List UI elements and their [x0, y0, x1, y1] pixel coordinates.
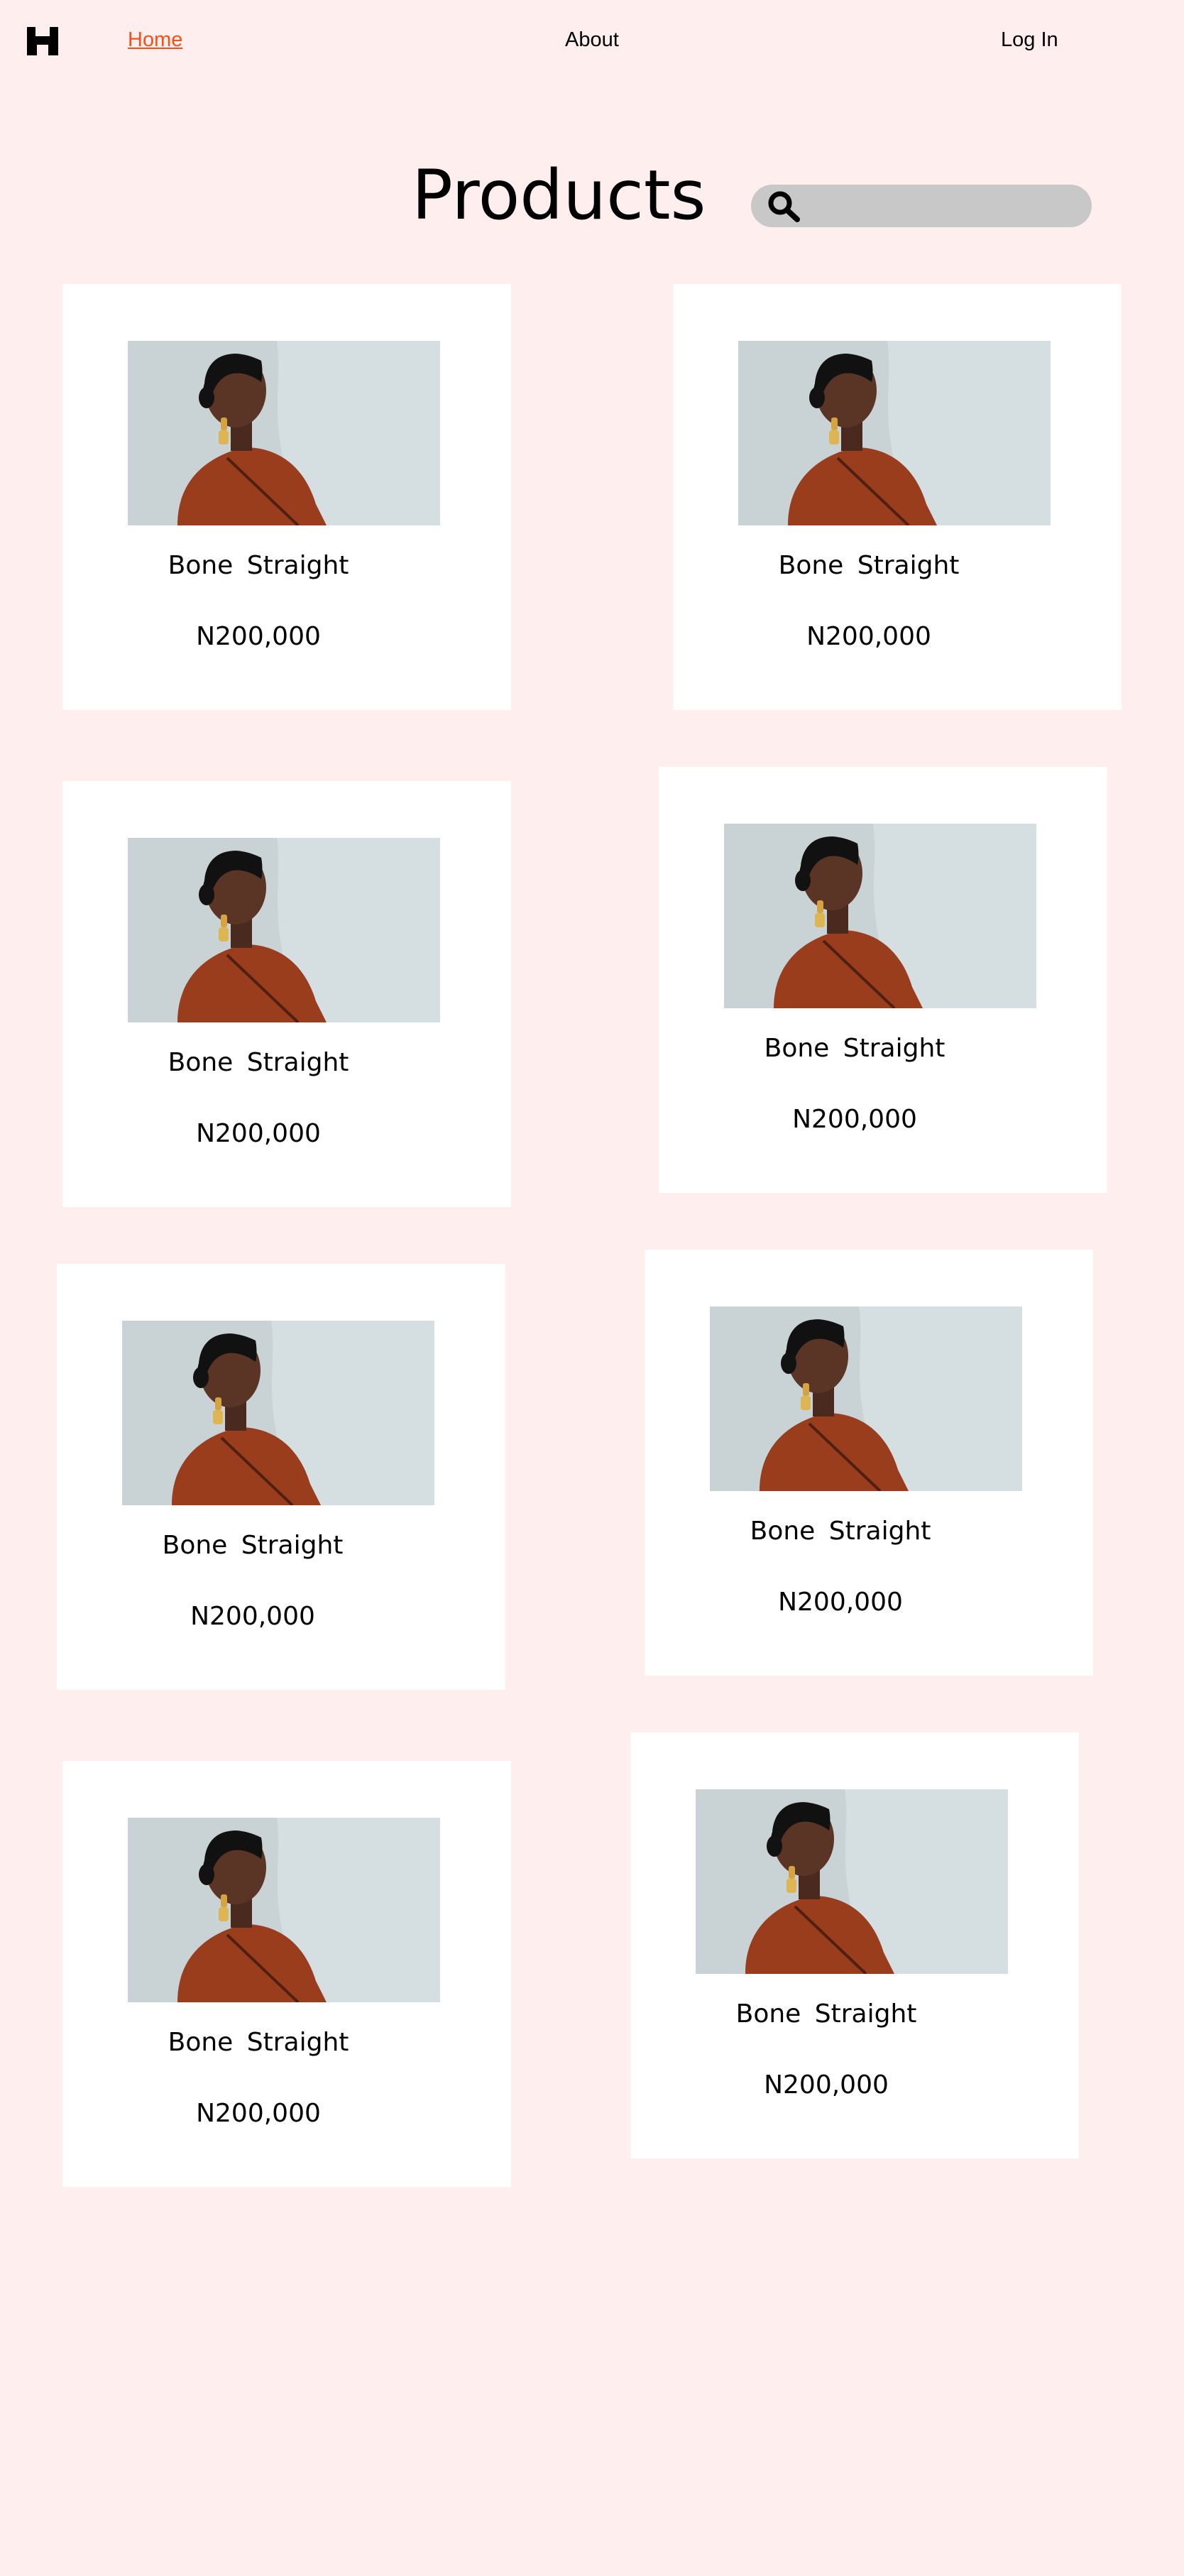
- product-image[interactable]: [696, 1789, 1008, 1974]
- nav-login-link[interactable]: Log In: [1001, 26, 1058, 53]
- product-card[interactable]: Bone Straight N200,000: [673, 284, 1122, 710]
- nav-home-link[interactable]: Home: [128, 26, 182, 53]
- product-name: Bone Straight: [750, 1517, 931, 1546]
- product-price: N200,000: [196, 2099, 321, 2128]
- product-name: Bone Straight: [168, 1048, 349, 1077]
- product-price: N200,000: [196, 622, 321, 651]
- product-price: N200,000: [764, 2070, 889, 2100]
- product-image[interactable]: [710, 1306, 1022, 1491]
- product-price: N200,000: [806, 622, 931, 651]
- h-logo-icon[interactable]: [27, 27, 58, 55]
- product-name: Bone Straight: [778, 551, 960, 580]
- product-name: Bone Straight: [168, 2028, 349, 2057]
- product-card[interactable]: Bone Straight N200,000: [630, 1732, 1079, 2159]
- product-name: Bone Straight: [764, 1034, 945, 1063]
- product-name: Bone Straight: [168, 551, 349, 580]
- product-price: N200,000: [792, 1105, 917, 1134]
- nav-about-link[interactable]: About: [565, 26, 619, 53]
- product-card[interactable]: Bone Straight N200,000: [57, 1264, 505, 1690]
- product-card[interactable]: Bone Straight N200,000: [645, 1250, 1093, 1676]
- product-price: N200,000: [196, 1119, 321, 1148]
- product-price: N200,000: [190, 1602, 315, 1631]
- product-name: Bone Straight: [162, 1531, 344, 1560]
- product-image[interactable]: [738, 341, 1051, 525]
- product-price: N200,000: [778, 1588, 903, 1617]
- product-card[interactable]: Bone Straight N200,000: [62, 1761, 511, 2187]
- search-bar[interactable]: [751, 185, 1092, 227]
- search-input[interactable]: [811, 190, 1076, 223]
- product-image[interactable]: [724, 824, 1036, 1008]
- product-card[interactable]: Bone Straight N200,000: [62, 781, 511, 1207]
- product-card[interactable]: Bone Straight N200,000: [659, 767, 1107, 1193]
- page-title: Products: [412, 155, 706, 235]
- product-image[interactable]: [128, 838, 440, 1022]
- search-icon[interactable]: [765, 189, 804, 223]
- product-name: Bone Straight: [735, 1999, 917, 2029]
- product-image[interactable]: [122, 1321, 434, 1505]
- product-image[interactable]: [128, 341, 440, 525]
- product-card[interactable]: Bone Straight N200,000: [62, 284, 511, 710]
- product-image[interactable]: [128, 1818, 440, 2002]
